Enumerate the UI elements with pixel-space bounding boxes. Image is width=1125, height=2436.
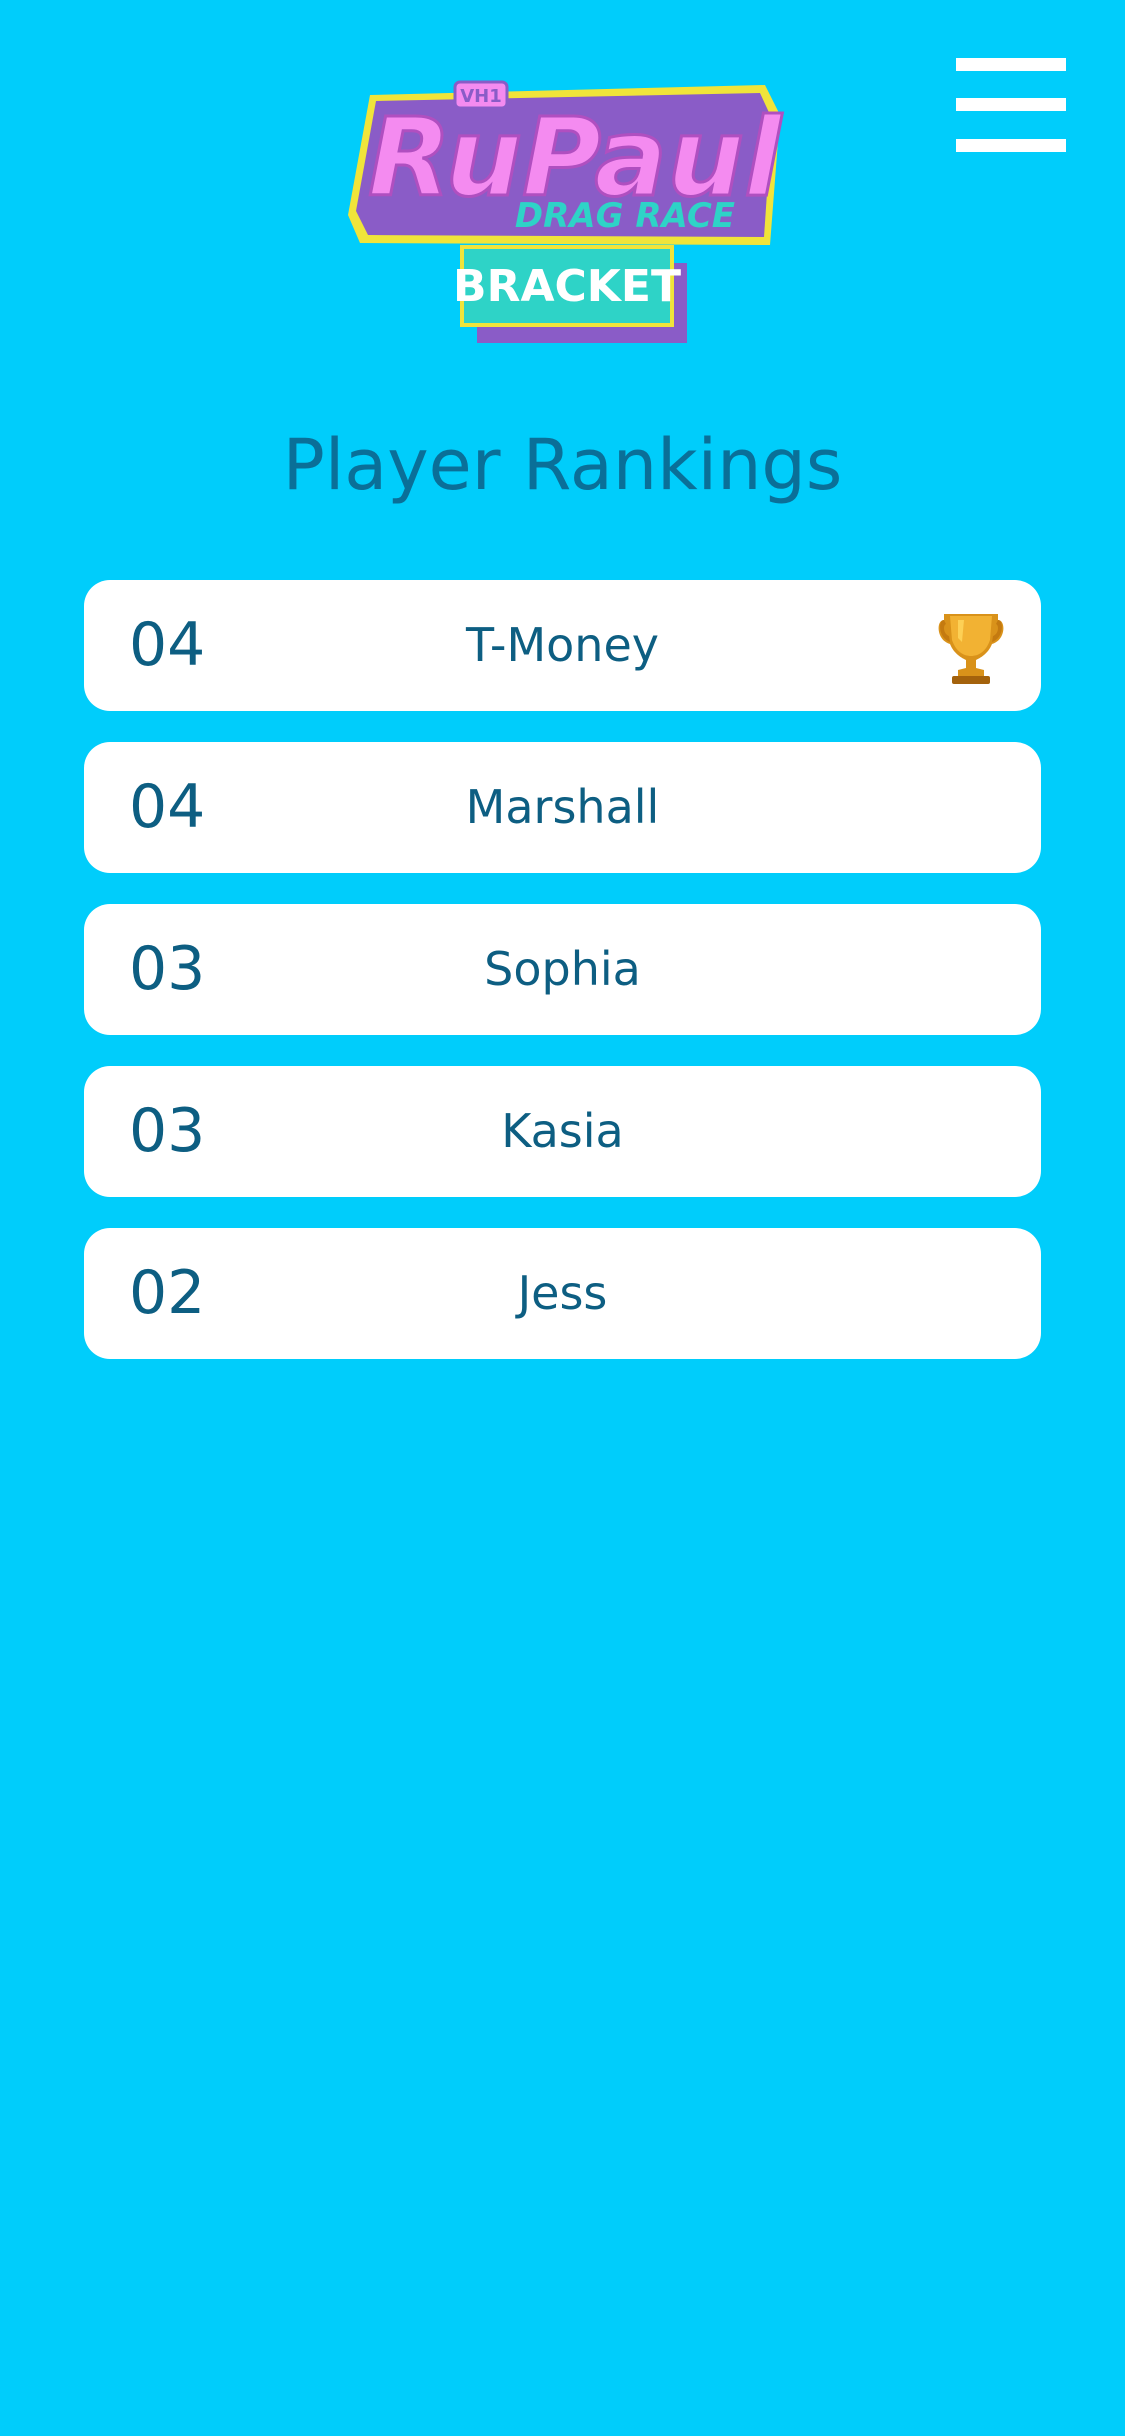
- logo-bracket: BRACKET: [453, 261, 681, 312]
- ranking-row[interactable]: 04 Marshall: [84, 742, 1041, 873]
- ranking-row[interactable]: 04 T-Money: [84, 580, 1041, 711]
- player-name: Marshall: [465, 780, 660, 834]
- player-name: T-Money: [466, 618, 659, 672]
- rupauls-drag-race-bracket-logo: RuPaul's VH1 DRAG RACE BRACKET: [340, 75, 785, 350]
- rankings-list: 04 T-Money 04 Marshall 03 Sophia 03 Kasi…: [84, 580, 1041, 1390]
- ranking-row[interactable]: 03 Sophia: [84, 904, 1041, 1035]
- ranking-row[interactable]: 02 Jess: [84, 1228, 1041, 1359]
- menu-bar: [956, 98, 1066, 111]
- player-name: Jess: [517, 1266, 608, 1320]
- menu-button[interactable]: [956, 58, 1066, 152]
- ranking-row[interactable]: 03 Kasia: [84, 1066, 1041, 1197]
- player-name: Sophia: [484, 942, 641, 996]
- player-name: Kasia: [501, 1104, 624, 1158]
- logo-network: VH1: [460, 86, 502, 107]
- trophy-icon: [936, 606, 1006, 684]
- page-title: Player Rankings: [282, 424, 843, 506]
- menu-bar: [956, 58, 1066, 71]
- menu-bar: [956, 139, 1066, 152]
- logo-subtitle: DRAG RACE: [515, 196, 735, 236]
